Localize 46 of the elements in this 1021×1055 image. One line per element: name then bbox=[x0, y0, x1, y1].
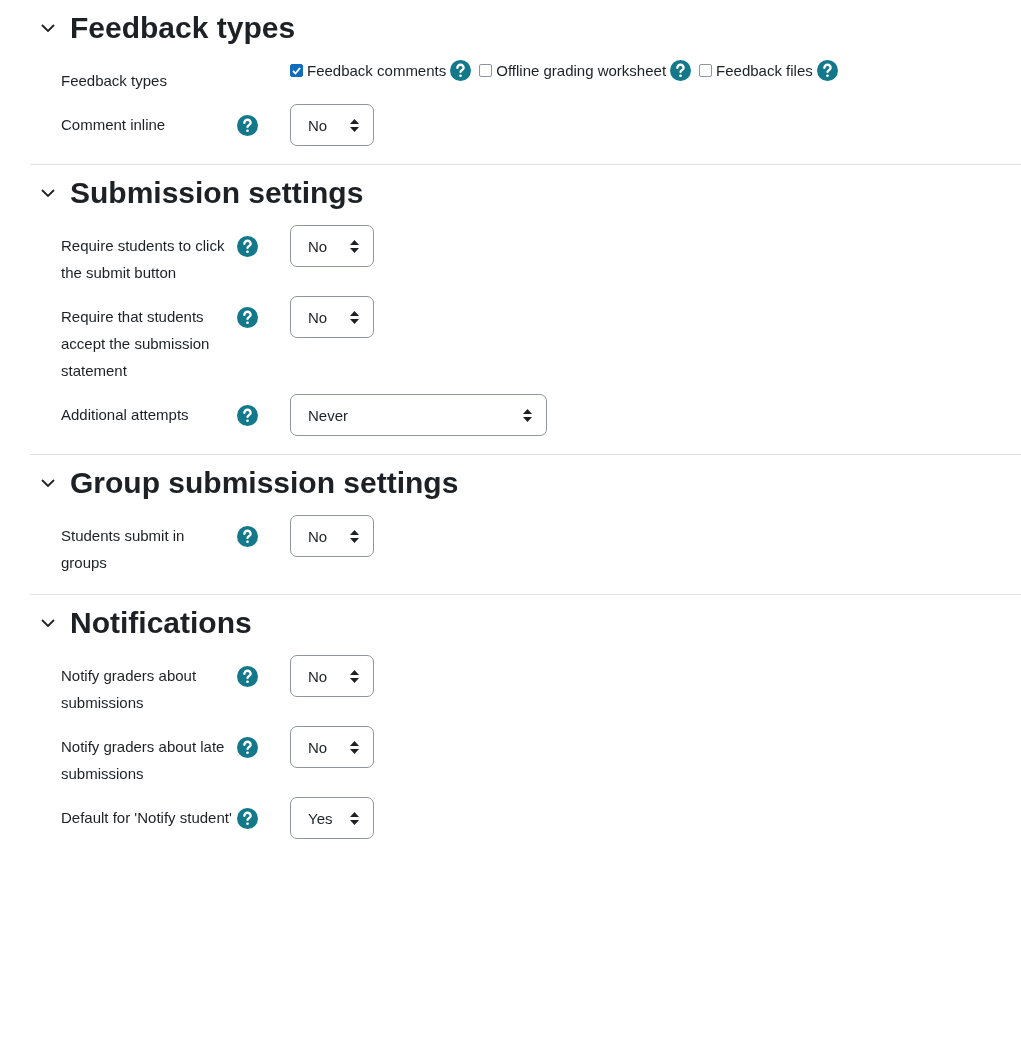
sort-caret-icon bbox=[350, 669, 359, 683]
field-label: Notify graders about late submissions bbox=[61, 737, 226, 784]
field-label: Comment inline bbox=[61, 115, 167, 135]
field-label: Notify graders about submissions bbox=[61, 666, 198, 713]
help-icon[interactable] bbox=[237, 307, 258, 328]
help-icon[interactable] bbox=[237, 737, 258, 758]
select-dropdown[interactable]: No bbox=[290, 296, 374, 338]
help-icon[interactable] bbox=[237, 236, 258, 257]
select-dropdown[interactable]: No bbox=[290, 515, 374, 557]
help-icon[interactable] bbox=[816, 60, 838, 81]
help-icon[interactable] bbox=[237, 405, 258, 426]
field-label: Require that students accept the submission statement bbox=[61, 307, 211, 381]
help-icon[interactable] bbox=[237, 666, 258, 687]
field-label: Feedback types bbox=[61, 71, 168, 91]
sort-caret-icon bbox=[350, 310, 359, 324]
checkbox[interactable] bbox=[290, 64, 303, 77]
help-icon[interactable] bbox=[237, 808, 258, 829]
section-heading: Feedback types bbox=[70, 11, 296, 45]
section-heading: Notifications bbox=[70, 606, 252, 640]
select-dropdown[interactable]: No bbox=[290, 104, 374, 146]
field-label: Students submit in groups bbox=[61, 526, 186, 573]
select-dropdown[interactable]: No bbox=[290, 726, 374, 768]
field-label: Require students to click the submit button bbox=[61, 236, 226, 283]
section-heading: Group submission settings bbox=[70, 466, 459, 500]
select-dropdown[interactable]: No bbox=[290, 225, 374, 267]
checkbox[interactable] bbox=[479, 64, 493, 77]
select-dropdown[interactable]: Never bbox=[290, 394, 547, 436]
sort-caret-icon bbox=[350, 529, 359, 543]
select-dropdown[interactable]: Yes bbox=[290, 797, 374, 839]
field-label: Default for 'Notify student' bbox=[61, 808, 233, 828]
help-icon[interactable] bbox=[237, 526, 258, 547]
checkbox-label[interactable]: Feedback files bbox=[716, 62, 813, 79]
help-icon[interactable] bbox=[237, 115, 258, 136]
help-icon[interactable] bbox=[450, 60, 472, 81]
sort-caret-icon bbox=[350, 239, 359, 253]
sort-caret-icon bbox=[523, 408, 532, 422]
sort-caret-icon bbox=[350, 740, 359, 754]
sort-caret-icon bbox=[350, 118, 359, 132]
section-heading: Submission settings bbox=[70, 176, 364, 210]
field-label: Additional attempts bbox=[61, 405, 190, 425]
help-icon[interactable] bbox=[670, 60, 692, 81]
checkbox-label[interactable]: Offline grading worksheet bbox=[496, 62, 667, 79]
checkbox[interactable] bbox=[699, 64, 713, 77]
select-dropdown[interactable]: No bbox=[290, 655, 374, 697]
checkbox-label[interactable]: Feedback comments bbox=[307, 62, 447, 79]
sort-caret-icon bbox=[350, 811, 359, 825]
